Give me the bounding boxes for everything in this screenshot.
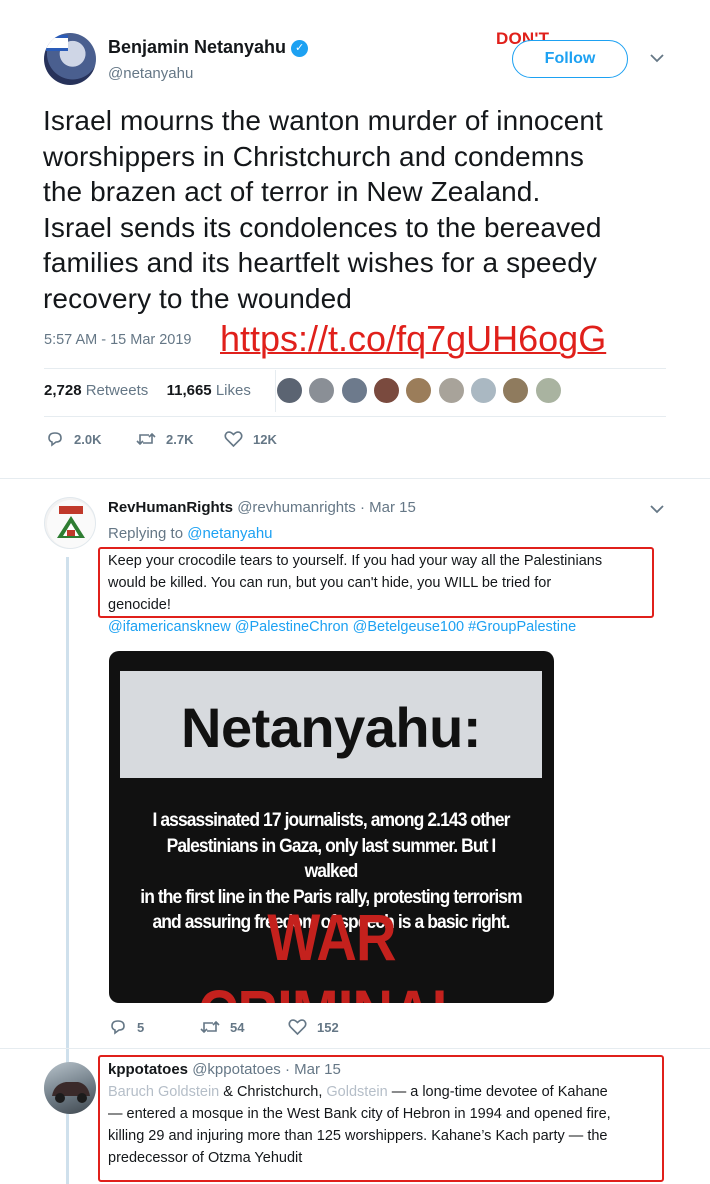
section-divider [0,1048,710,1049]
retweet-icon [200,1020,220,1034]
reply-1-date[interactable]: · Mar 15 [360,499,416,516]
liker-avatar[interactable] [470,377,497,404]
retweets-label[interactable]: Retweets [86,382,149,399]
reply-1-handle[interactable]: @revhumanrights [237,499,356,516]
attached-image[interactable]: Netanyahu: I assassinated 17 journalists… [109,651,554,1003]
flag-graphic [46,35,68,51]
reply-1-text: Keep your crocodile tears to yourself. I… [108,553,603,613]
chevron-down-icon[interactable] [649,50,665,66]
chevron-down-icon[interactable] [649,501,665,517]
reply-icon [48,432,62,447]
like-icon [288,1019,307,1036]
liker-avatar[interactable] [405,377,432,404]
likes-count[interactable]: 11,665 [167,382,212,399]
main-display-name[interactable]: Benjamin Netanyahu ✓ [108,37,309,58]
like-action[interactable]: 12K [224,430,277,448]
main-handle[interactable]: @netanyahu [108,65,193,82]
liker-avatar[interactable] [373,377,400,404]
main-tweet-text: Israel mourns the wanton murder of innoc… [43,105,603,314]
divider [44,368,666,369]
reply-1-display-name[interactable]: RevHumanRights [108,499,233,516]
tweet-timestamp[interactable]: 5:57 AM - 15 Mar 2019 [44,332,192,348]
blurred-name: Goldstein [326,1084,388,1100]
image-verdict: WAR CRIMINAL [198,900,466,1003]
replying-to-handle[interactable]: @netanyahu [187,525,272,542]
car-photo-icon [52,1082,90,1103]
retweets-count[interactable]: 2,728 [44,382,82,399]
liker-avatar[interactable] [308,377,335,404]
like-icon [224,431,243,448]
retweet-action[interactable]: 2.7K [136,430,193,448]
liker-avatar[interactable] [341,377,368,404]
liker-avatar[interactable] [535,377,562,404]
verified-badge-icon: ✓ [291,40,309,57]
follow-button[interactable]: Follow [512,40,628,78]
reply-1-mentions[interactable]: @ifamericansknew @PalestineChron @Betelg… [108,619,576,635]
retweet-action[interactable]: 54 [200,1018,244,1036]
image-headline: Netanyahu: [181,696,481,759]
reply-1-header: RevHumanRights @revhumanrights · Mar 15 [108,499,416,516]
section-divider [0,478,710,479]
retweet-icon [136,432,156,446]
netanyahu-avatar[interactable] [44,33,96,85]
divider [44,416,666,417]
likes-label[interactable]: Likes [216,382,251,399]
reply-action[interactable]: 5 [109,1018,144,1036]
revhumanrights-avatar[interactable] [44,497,96,549]
like-action[interactable]: 152 [288,1018,339,1036]
liker-avatar[interactable] [276,377,303,404]
kppotatoes-avatar[interactable] [44,1062,96,1114]
reply-action[interactable]: 2.0K [46,430,101,448]
rights-logo-icon [47,500,95,548]
engagement-stats: 2,728 Retweets 11,665 Likes [44,382,251,399]
replying-to: Replying to @netanyahu [108,525,273,542]
annotated-link[interactable]: https://t.co/fq7gUH6ogG [220,318,606,360]
liker-avatar[interactable] [502,377,529,404]
liker-avatar[interactable] [438,377,465,404]
reply-icon [111,1020,125,1035]
reply-2-text: Baruch Goldstein & Christchurch, Goldste… [108,1084,611,1166]
blurred-name: Baruch Goldstein [108,1084,220,1100]
